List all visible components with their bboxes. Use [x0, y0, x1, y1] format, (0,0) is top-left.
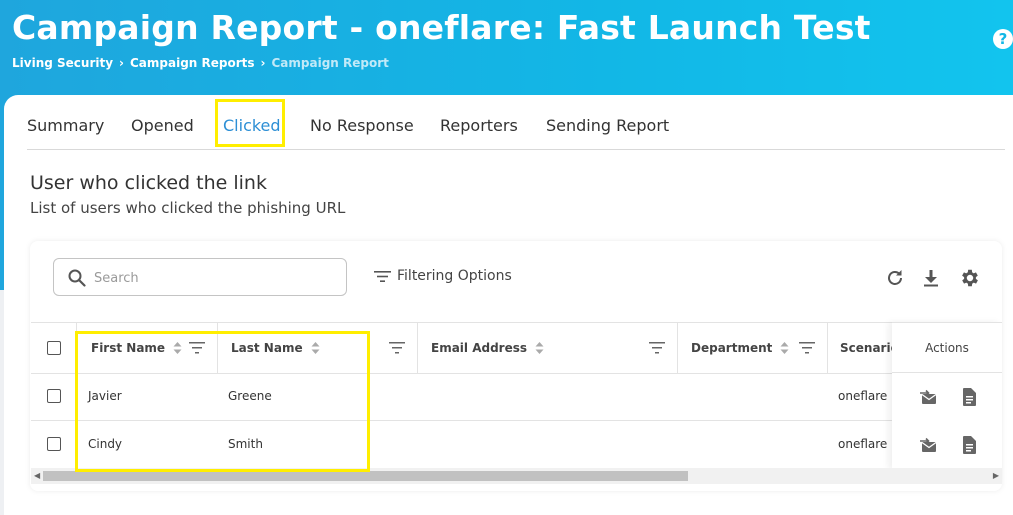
tab-summary[interactable]: Summary — [27, 116, 104, 135]
tab-sending-report[interactable]: Sending Report — [546, 116, 669, 135]
column-email-address[interactable]: Email Address — [418, 323, 678, 373]
resend-email-icon[interactable] — [918, 435, 938, 455]
redacted-email — [423, 430, 627, 460]
scenario-cell: oneflare — [838, 437, 888, 451]
column-scenario-label: Scenario — [840, 341, 892, 355]
sort-icon[interactable] — [535, 341, 544, 355]
refresh-icon[interactable] — [884, 267, 906, 289]
column-department-label: Department — [691, 341, 773, 355]
help-icon[interactable]: ? — [993, 29, 1013, 49]
scroll-right-arrow-icon[interactable]: ▶ — [993, 471, 999, 480]
filtering-options-label: Filtering Options — [397, 268, 512, 284]
download-icon[interactable] — [920, 267, 942, 289]
section-title: User who clicked the link — [30, 172, 267, 194]
select-all-checkbox[interactable] — [46, 341, 61, 355]
search-input[interactable] — [92, 267, 336, 289]
row-checkbox[interactable] — [47, 437, 61, 451]
breadcrumb-separator: › — [119, 56, 124, 70]
scenario-cell: oneflare — [838, 389, 888, 403]
filtering-options-button[interactable]: Filtering Options — [374, 268, 512, 284]
tab-reporters[interactable]: Reporters — [440, 116, 518, 135]
row-checkbox[interactable] — [47, 389, 61, 403]
highlight-box-clicked-tab — [215, 99, 285, 147]
page-title: Campaign Report - oneflare: Fast Launch … — [12, 8, 871, 47]
column-menu-icon[interactable] — [799, 341, 815, 355]
tab-bar: Summary Opened Clicked No Response Repor… — [27, 113, 1005, 150]
row-actions — [892, 421, 1002, 469]
breadcrumb-campaign-reports[interactable]: Campaign Reports — [130, 56, 255, 70]
sort-icon[interactable] — [780, 341, 789, 355]
document-icon[interactable] — [959, 387, 979, 407]
document-icon[interactable] — [959, 435, 979, 455]
column-actions-label: Actions — [892, 323, 1002, 373]
row-select-cell — [47, 420, 61, 468]
scrollbar-thumb[interactable] — [43, 471, 688, 481]
settings-gear-icon[interactable] — [959, 267, 981, 289]
breadcrumb-separator: › — [260, 56, 266, 70]
select-all-cell — [31, 323, 77, 373]
breadcrumb: Living Security › Campaign Reports › Campaig… — [12, 56, 389, 70]
search-box[interactable] — [53, 258, 347, 296]
row-select-cell — [47, 372, 61, 420]
column-email-address-label: Email Address — [431, 341, 528, 355]
column-menu-icon[interactable] — [389, 341, 405, 355]
scroll-left-arrow-icon[interactable]: ◀ — [34, 471, 40, 480]
row-actions — [892, 373, 1002, 421]
highlight-box-name-columns — [75, 331, 370, 472]
resend-email-icon[interactable] — [918, 387, 938, 407]
column-scenario[interactable]: Scenario — [828, 323, 892, 373]
tab-opened[interactable]: Opened — [131, 116, 194, 135]
tab-no-response[interactable]: No Response — [310, 116, 414, 135]
breadcrumb-living-security[interactable]: Living Security — [12, 56, 113, 70]
search-icon — [68, 269, 86, 287]
column-department[interactable]: Department — [678, 323, 828, 373]
column-menu-icon[interactable] — [649, 341, 665, 355]
breadcrumb-campaign-report: Campaign Report — [271, 56, 389, 70]
filter-icon — [374, 270, 391, 282]
actions-column: Actions — [892, 322, 1002, 469]
section-subtitle: List of users who clicked the phishing U… — [30, 199, 346, 217]
